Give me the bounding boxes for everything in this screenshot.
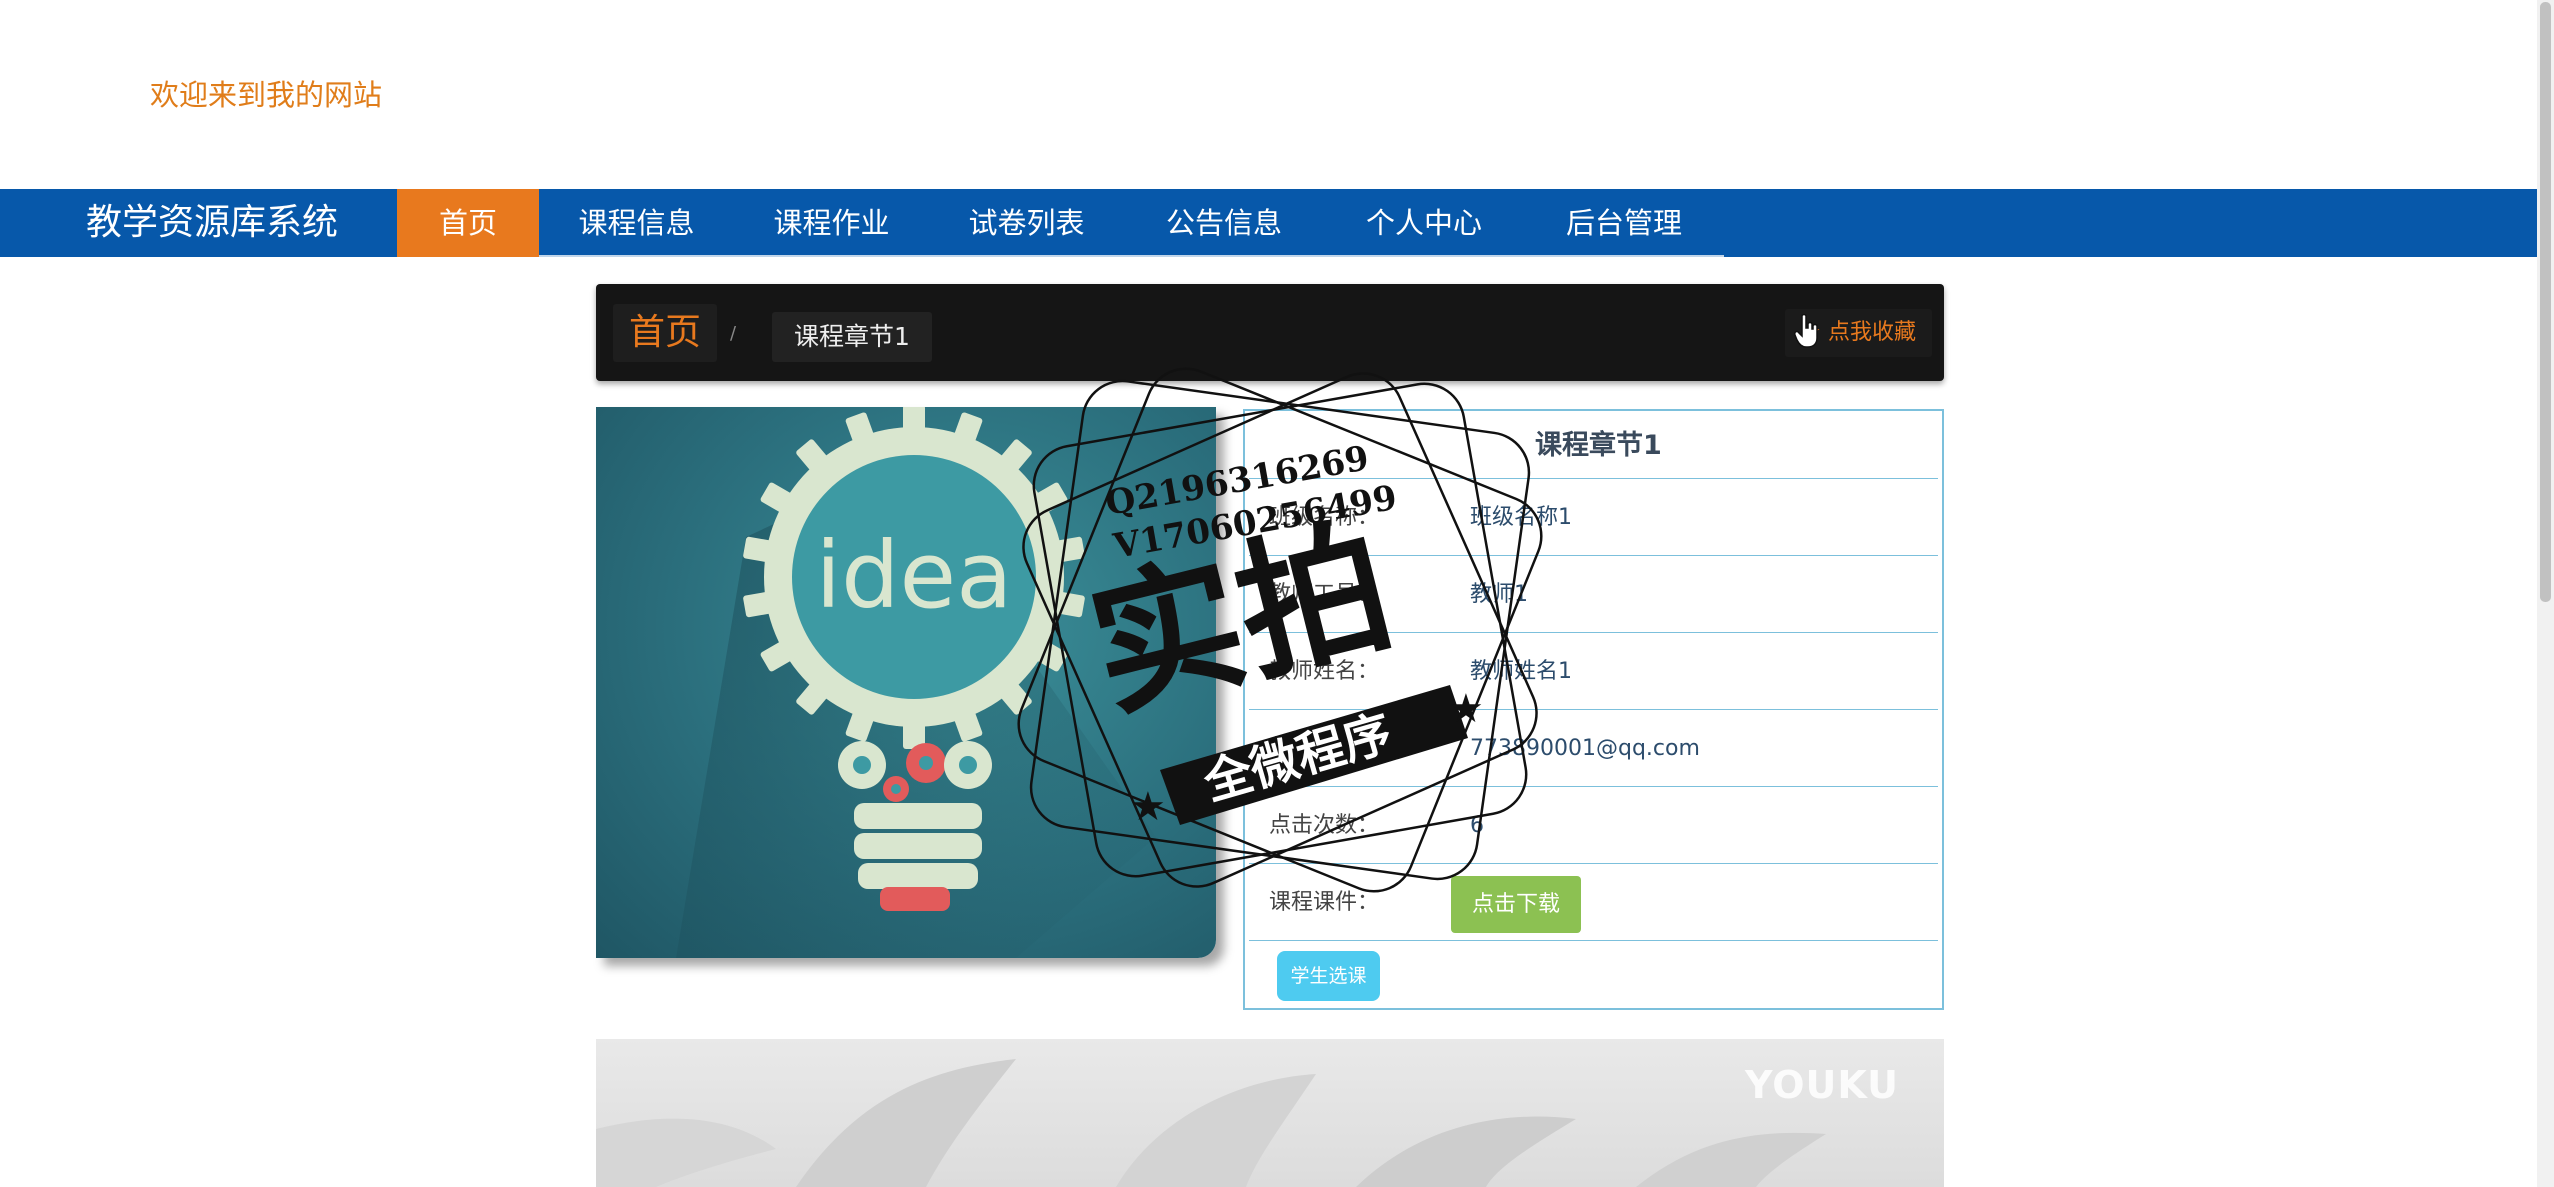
nav-item-home[interactable]: 首页 [397,189,539,257]
idea-word: idea [816,522,1013,629]
detail-row-email: 邮箱： 773890001@qq.com [1249,710,1938,787]
breadcrumb-current: 课程章节1 [772,312,932,362]
breadcrumb-home-link[interactable]: 首页 [613,304,718,362]
detail-row-teacher-id: 教师工号： 教师1 [1249,556,1938,633]
detail-label: 点击次数： [1269,813,1380,838]
detail-value: 教师1 [1470,582,1528,607]
detail-row-click-count: 点击次数： 6 [1249,787,1938,864]
nav-item-course-info[interactable]: 课程信息 [539,189,734,257]
video-player[interactable]: YOUKU [596,1039,1944,1187]
detail-row-actions: 学生选课 [1249,941,1938,1019]
detail-row-teacher-name: 教师姓名： 教师姓名1 [1249,633,1938,710]
select-course-button[interactable]: 学生选课 [1277,951,1380,1001]
download-button[interactable]: 点击下载 [1451,876,1581,933]
detail-value: 教师姓名1 [1470,659,1572,684]
detail-label: 教师工号： [1269,582,1380,607]
course-detail-panel: 课程章节1 班级名称： 班级名称1 教师工号： 教师1 教师姓名： 教师姓名1 … [1243,409,1944,1010]
nav-item-course-homework[interactable]: 课程作业 [734,189,929,257]
navbar: 教学资源库系统 首页 课程信息 课程作业 试卷列表 公告信息 个人中心 后台管理 [0,189,2537,257]
breadcrumb-separator: / [730,323,737,344]
hand-cursor-icon [1794,314,1818,348]
detail-value: 773890001@qq.com [1470,736,1700,761]
video-frame [596,1059,1826,1187]
detail-title: 课程章节1 [1249,411,1938,479]
nav-item-personal-center[interactable]: 个人中心 [1324,189,1524,257]
detail-value: 6 [1470,813,1484,838]
detail-value: 班级名称1 [1470,505,1572,530]
detail-row-class-name: 班级名称： 班级名称1 [1249,479,1938,556]
nav-menu: 首页 课程信息 课程作业 试卷列表 公告信息 个人中心 后台管理 [397,189,1724,257]
site-brand[interactable]: 教学资源库系统 [86,189,338,257]
breadcrumb: 首页 / 课程章节1 ☆ 点我收藏 [596,284,1944,381]
course-cover-image: idea [596,407,1216,958]
detail-row-courseware: 课程课件： 点击下载 [1249,864,1938,941]
scrollbar-thumb[interactable] [2540,2,2551,602]
page: 欢迎来到我的网站 教学资源库系统 首页 课程信息 课程作业 试卷列表 公告信息 … [0,0,2554,1187]
nav-item-exam-list[interactable]: 试卷列表 [929,189,1124,257]
video-logo: YOUKU [1745,1063,1899,1107]
detail-label: 班级名称： [1269,505,1380,530]
detail-label: 邮箱： [1269,736,1336,761]
welcome-text: 欢迎来到我的网站 [150,78,383,112]
lightbulb-gear-illustration: idea [676,407,1156,958]
nav-item-announcements[interactable]: 公告信息 [1124,189,1324,257]
detail-label: 课程课件： [1269,890,1380,915]
page-scrollbar[interactable] [2537,0,2554,1187]
detail-label: 教师姓名： [1269,659,1380,684]
nav-item-admin[interactable]: 后台管理 [1524,189,1724,257]
